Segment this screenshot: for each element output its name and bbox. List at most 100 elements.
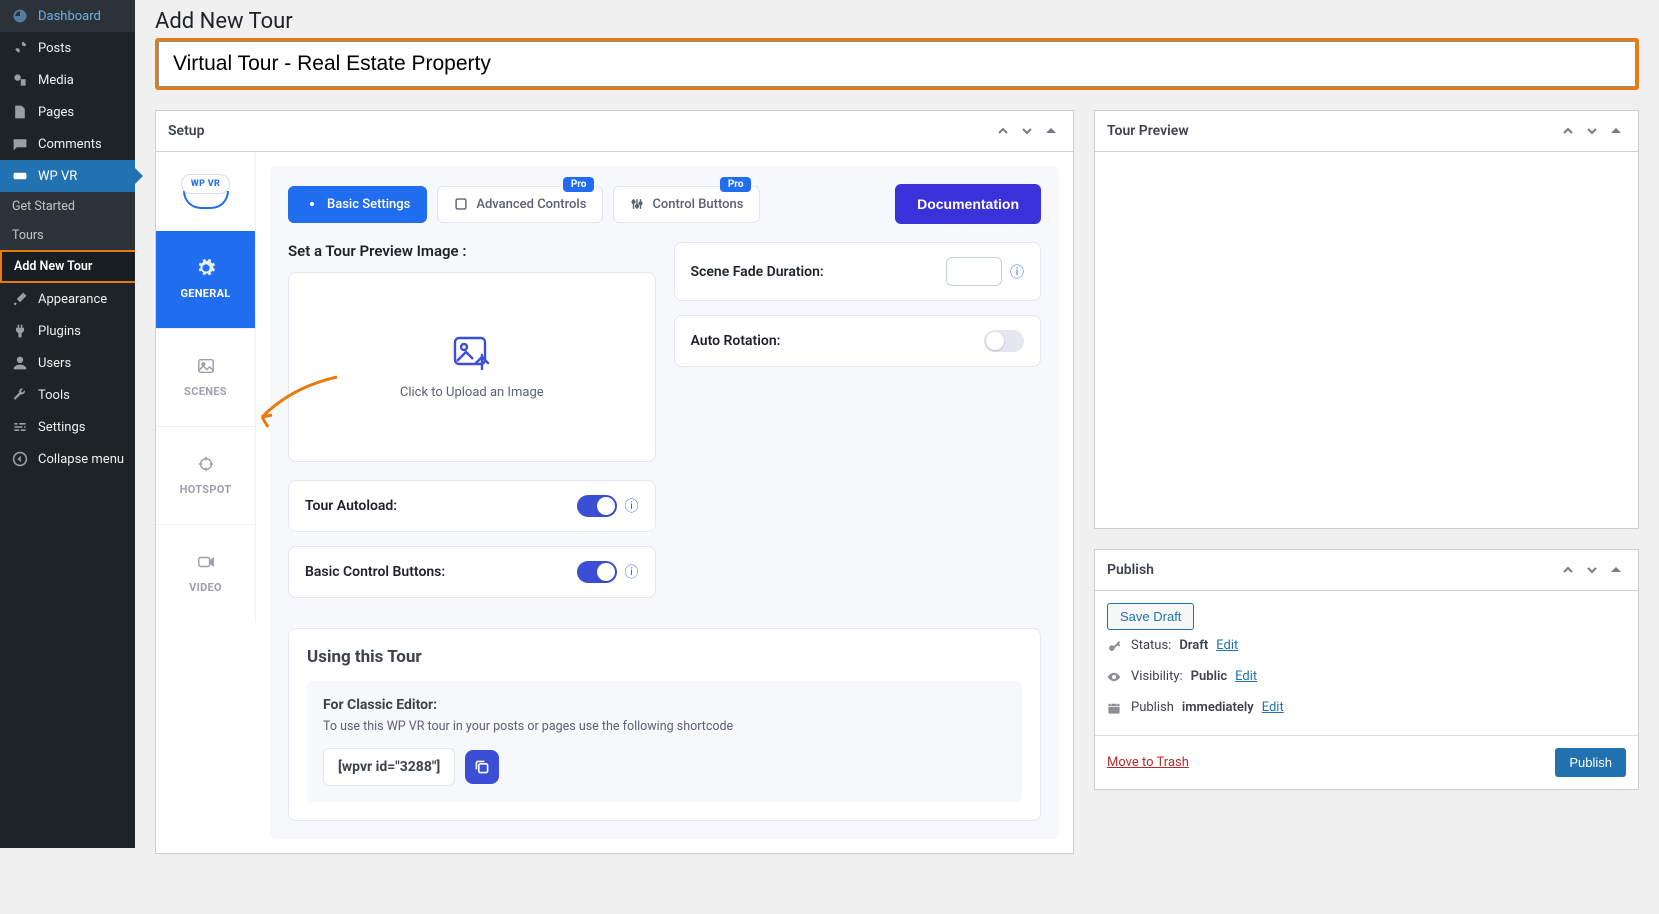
- sidebar-item-collapse[interactable]: Collapse menu: [0, 443, 135, 475]
- chevron-up-icon[interactable]: [1558, 560, 1578, 580]
- edit-visibility-link[interactable]: Edit: [1235, 669, 1257, 684]
- chevron-up-icon[interactable]: [993, 121, 1013, 141]
- sidebar-sub-tours[interactable]: Tours: [0, 221, 135, 250]
- setting-label: Basic Control Buttons:: [305, 564, 445, 580]
- page-icon: [10, 104, 30, 120]
- logo-text: WP VR: [181, 174, 230, 194]
- chevron-up-icon[interactable]: [1558, 121, 1578, 141]
- publish-button[interactable]: Publish: [1555, 748, 1626, 777]
- basic-control-row: Basic Control Buttons: ⓘ: [288, 546, 656, 598]
- scene-fade-input[interactable]: [946, 257, 1002, 286]
- tour-autoload-toggle[interactable]: [577, 495, 617, 517]
- caret-up-icon[interactable]: [1606, 560, 1626, 580]
- sidebar-item-label: Plugins: [38, 324, 81, 339]
- copy-shortcode-button[interactable]: [465, 750, 499, 784]
- publish-header: Publish: [1095, 550, 1638, 591]
- move-to-trash-link[interactable]: Move to Trash: [1107, 755, 1189, 770]
- setup-title: Setup: [168, 123, 204, 139]
- sidebar-item-label: Pages: [38, 105, 74, 120]
- chip-label: Advanced Controls: [476, 197, 586, 212]
- publish-metabox: Publish Save Draft Status: Draft Edit: [1094, 549, 1639, 790]
- sidebar-item-label: WP VR: [38, 169, 77, 184]
- image-icon: [197, 357, 215, 375]
- chip-basic-settings[interactable]: Basic Settings: [288, 186, 427, 223]
- title-input-highlight: [155, 38, 1639, 90]
- caret-up-icon[interactable]: [1041, 121, 1061, 141]
- tab-scenes[interactable]: SCENES: [156, 329, 256, 427]
- upload-text: Click to Upload an Image: [400, 385, 544, 400]
- chip-label: Basic Settings: [327, 197, 410, 212]
- status-row: Status: Draft Edit: [1107, 630, 1626, 661]
- sidebar-item-label: Comments: [38, 137, 102, 152]
- settings-top-bar: Basic Settings Pro Advanced Controls Pro: [288, 184, 1041, 224]
- sidebar-item-appearance[interactable]: Appearance: [0, 283, 135, 315]
- chip-label: Control Buttons: [652, 197, 743, 212]
- info-icon[interactable]: ⓘ: [1010, 262, 1024, 282]
- sidebar-item-media[interactable]: Media: [0, 64, 135, 96]
- comment-icon: [10, 136, 30, 152]
- classic-editor-desc: To use this WP VR tour in your posts or …: [323, 719, 1006, 734]
- sidebar-item-label: Posts: [38, 41, 71, 56]
- chip-advanced-controls[interactable]: Pro Advanced Controls: [437, 186, 603, 223]
- vr-icon: [10, 168, 30, 184]
- plug-icon: [10, 323, 30, 339]
- sidebar-item-plugins[interactable]: Plugins: [0, 315, 135, 347]
- tab-label: SCENES: [184, 385, 227, 398]
- setup-content: Basic Settings Pro Advanced Controls Pro: [270, 166, 1059, 839]
- schedule-row: Publish immediately Edit: [1107, 692, 1626, 723]
- tour-autoload-row: Tour Autoload: ⓘ: [288, 480, 656, 532]
- info-icon[interactable]: ⓘ: [625, 496, 639, 516]
- sidebar-item-comments[interactable]: Comments: [0, 128, 135, 160]
- sidebar-item-label: Settings: [38, 420, 85, 435]
- sidebar-item-users[interactable]: Users: [0, 347, 135, 379]
- tour-preview-title: Tour Preview: [1107, 123, 1189, 139]
- wrench-icon: [10, 387, 30, 403]
- chevron-down-icon[interactable]: [1582, 560, 1602, 580]
- upload-image-icon: [452, 335, 492, 371]
- tab-video[interactable]: VIDEO: [156, 525, 256, 622]
- auto-rotation-toggle[interactable]: [984, 330, 1024, 352]
- video-icon: [197, 553, 215, 571]
- tour-preview-header: Tour Preview: [1095, 111, 1638, 152]
- sidebar-item-wpvr[interactable]: WP VR: [0, 160, 135, 192]
- setting-label: Auto Rotation:: [691, 333, 781, 349]
- wpvr-logo: WP VR: [156, 152, 256, 231]
- sidebar-sub-get-started[interactable]: Get Started: [0, 192, 135, 221]
- tour-title-input[interactable]: [158, 41, 1636, 87]
- eye-icon: [1107, 670, 1123, 684]
- sidebar-submenu: Get Started Tours Add New Tour: [0, 192, 135, 283]
- info-icon[interactable]: ⓘ: [625, 562, 639, 582]
- chevron-down-icon[interactable]: [1582, 121, 1602, 141]
- sidebar-item-label: Media: [38, 73, 74, 88]
- save-draft-button[interactable]: Save Draft: [1107, 603, 1194, 630]
- using-tour-title: Using this Tour: [307, 647, 1022, 667]
- visibility-label: Visibility:: [1131, 669, 1183, 684]
- sidebar-item-posts[interactable]: Posts: [0, 32, 135, 64]
- documentation-button[interactable]: Documentation: [895, 184, 1041, 224]
- sidebar-item-label: Tools: [38, 388, 70, 403]
- visibility-value: Public: [1191, 669, 1227, 684]
- caret-up-icon[interactable]: [1606, 121, 1626, 141]
- sliders-icon: [10, 419, 30, 435]
- tab-hotspot[interactable]: HOTSPOT: [156, 427, 256, 525]
- media-icon: [10, 72, 30, 88]
- sidebar-sub-add-new-tour[interactable]: Add New Tour: [0, 250, 135, 283]
- setup-metabox: Setup WP VR: [155, 110, 1074, 854]
- main-content: Add New Tour Setup: [135, 0, 1659, 914]
- sidebar-item-tools[interactable]: Tools: [0, 379, 135, 411]
- upload-image-box[interactable]: Click to Upload an Image: [288, 272, 656, 462]
- sidebar-item-pages[interactable]: Pages: [0, 96, 135, 128]
- setting-label: Scene Fade Duration:: [691, 264, 824, 280]
- dashboard-icon: [10, 8, 30, 24]
- chevron-down-icon[interactable]: [1017, 121, 1037, 141]
- edit-status-link[interactable]: Edit: [1216, 638, 1238, 653]
- pro-badge: Pro: [720, 177, 752, 192]
- brush-icon: [10, 291, 30, 307]
- sidebar-item-dashboard[interactable]: Dashboard: [0, 0, 135, 32]
- edit-schedule-link[interactable]: Edit: [1262, 700, 1284, 715]
- setting-label: Tour Autoload:: [305, 498, 397, 514]
- sidebar-item-settings[interactable]: Settings: [0, 411, 135, 443]
- tab-general[interactable]: GENERAL: [156, 231, 256, 329]
- chip-control-buttons[interactable]: Pro Control Buttons: [613, 186, 760, 223]
- basic-control-toggle[interactable]: [577, 561, 617, 583]
